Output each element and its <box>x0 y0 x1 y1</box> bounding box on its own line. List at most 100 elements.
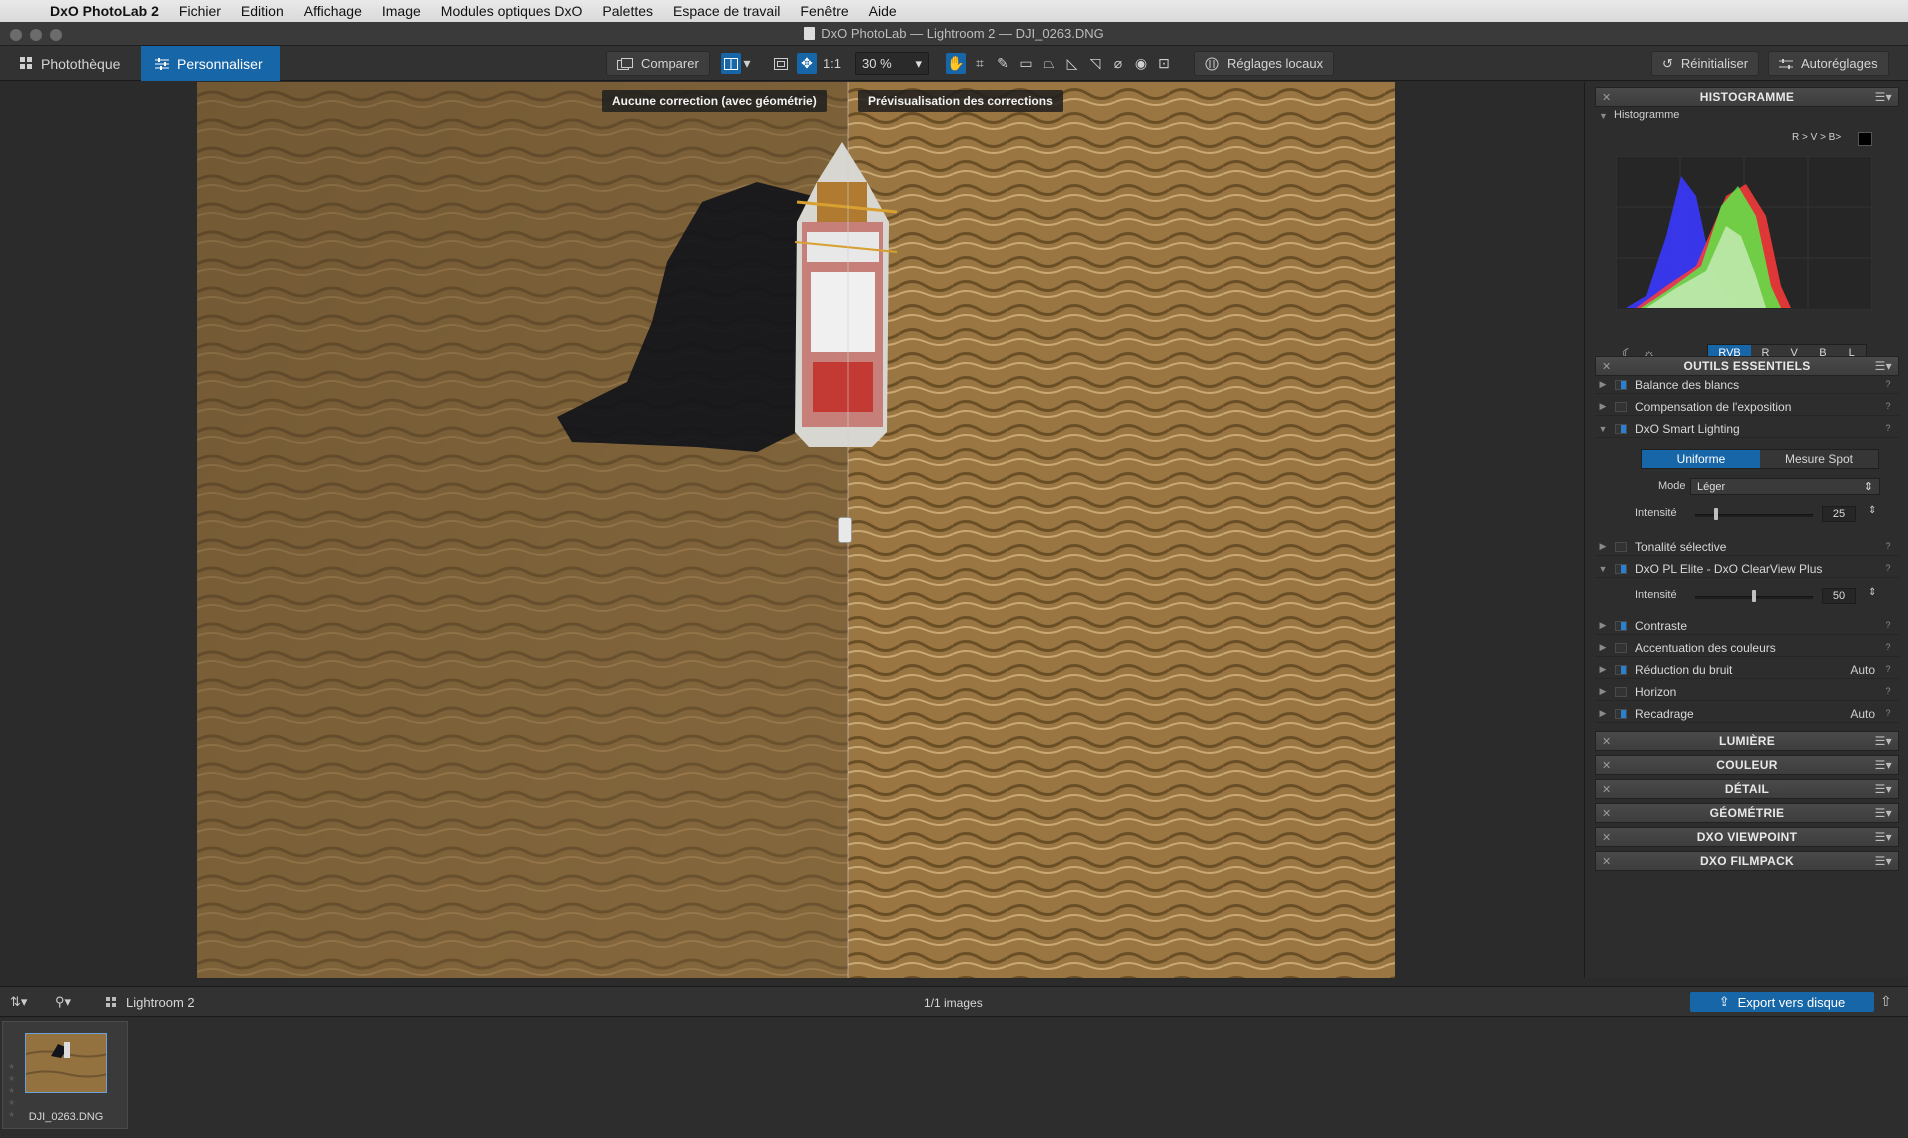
split-view-icon[interactable] <box>721 53 741 74</box>
compare-button[interactable]: Comparer <box>606 51 710 76</box>
menu-palettes[interactable]: Palettes <box>592 3 663 19</box>
photo-canvas[interactable]: Aucune correction (avec géométrie) Prévi… <box>197 82 1395 978</box>
volume-deformation-icon[interactable]: ◺ <box>1062 53 1082 74</box>
palette-menu-icon[interactable]: ☰▾ <box>1875 758 1892 772</box>
close-icon[interactable]: ✕ <box>1602 91 1612 104</box>
palette-menu-icon[interactable]: ☰▾ <box>1875 830 1892 844</box>
help-icon[interactable]: ? <box>1883 664 1893 676</box>
zoom-window-button[interactable] <box>50 29 62 41</box>
local-mask-icon[interactable]: ⊡ <box>1154 53 1174 74</box>
mode-spot-button[interactable]: Mesure Spot <box>1760 450 1878 468</box>
triangle-right-icon[interactable]: ▶ <box>1595 620 1611 631</box>
triangle-right-icon[interactable]: ▶ <box>1595 664 1611 675</box>
move-icon[interactable]: ✥ <box>797 53 817 74</box>
tool-toggle[interactable] <box>1615 401 1627 412</box>
essentials-palette-header[interactable]: ✕ OUTILS ESSENTIELS ☰▾ <box>1595 356 1899 376</box>
close-icon[interactable]: ✕ <box>1602 807 1612 820</box>
tool-toggle[interactable] <box>1615 686 1627 697</box>
export-to-disk-button[interactable]: ⇪ Export vers disque <box>1690 992 1874 1012</box>
close-icon[interactable]: ✕ <box>1602 783 1612 796</box>
help-icon[interactable]: ? <box>1883 686 1893 698</box>
close-icon[interactable]: ✕ <box>1602 855 1612 868</box>
menu-aide[interactable]: Aide <box>859 3 907 19</box>
star-icon[interactable]: ★ <box>8 1086 15 1095</box>
palette-menu-icon[interactable]: ☰▾ <box>1875 854 1892 868</box>
smart-lighting-intensity-value[interactable]: 25 <box>1822 506 1856 522</box>
histogram-palette-header[interactable]: ✕ HISTOGRAMME ☰▾ <box>1595 87 1899 107</box>
split-handle[interactable] <box>838 517 852 543</box>
auto-settings-button[interactable]: Autoréglages <box>1768 51 1889 76</box>
tool-toggle[interactable] <box>1615 620 1627 631</box>
stepper-icon[interactable]: ⇕ <box>1868 587 1876 598</box>
smart-lighting-intensity-slider[interactable] <box>1695 514 1813 517</box>
tool-row-contrast[interactable]: ▶ Contraste ? <box>1595 617 1899 635</box>
star-icon[interactable]: ★ <box>8 1062 15 1071</box>
filter-icon[interactable]: ⚲▾ <box>55 994 71 1010</box>
triangle-right-icon[interactable]: ▶ <box>1595 642 1611 653</box>
thumbnail-image[interactable] <box>25 1033 107 1093</box>
tab-personnaliser[interactable]: Personnaliser <box>141 46 280 81</box>
close-window-button[interactable] <box>10 29 22 41</box>
close-icon[interactable]: ✕ <box>1602 360 1612 373</box>
tool-toggle[interactable] <box>1615 379 1627 390</box>
palette-menu-icon[interactable]: ☰▾ <box>1875 782 1892 796</box>
repair-icon[interactable]: ⌀ <box>1108 53 1128 74</box>
tool-toggle[interactable] <box>1615 423 1627 434</box>
help-icon[interactable]: ? <box>1883 708 1893 720</box>
menu-fichier[interactable]: Fichier <box>169 3 231 19</box>
help-icon[interactable]: ? <box>1883 541 1893 553</box>
triangle-down-icon[interactable]: ▼ <box>1599 111 1608 121</box>
triangle-right-icon[interactable]: ▶ <box>1595 686 1611 697</box>
palette-dxo-viewpoint[interactable]: ✕ DXO VIEWPOINT ☰▾ <box>1595 827 1899 847</box>
triangle-right-icon[interactable]: ▶ <box>1595 708 1611 719</box>
zoom-select[interactable]: 30 % ▾ <box>855 52 929 75</box>
triangle-right-icon[interactable]: ▶ <box>1595 401 1611 412</box>
tool-row-noise-reduction[interactable]: ▶ Réduction du bruit Auto ? <box>1595 661 1899 679</box>
tab-phototheque[interactable]: Photothèque <box>6 46 134 81</box>
palette-menu-icon[interactable]: ☰▾ <box>1875 806 1892 820</box>
crop-icon[interactable]: ⌗ <box>970 53 990 74</box>
palette-lumiere[interactable]: ✕ LUMIÈRE ☰▾ <box>1595 731 1899 751</box>
help-icon[interactable]: ? <box>1883 379 1893 391</box>
palette-dxo-filmpack[interactable]: ✕ DXO FILMPACK ☰▾ <box>1595 851 1899 871</box>
palette-geometrie[interactable]: ✕ GÉOMÉTRIE ☰▾ <box>1595 803 1899 823</box>
mode-uniform-button[interactable]: Uniforme <box>1642 450 1760 468</box>
filmstrip-item[interactable]: ★ ★ ★ ★ ★ DJI_0263.DNG <box>2 1021 128 1129</box>
clearview-intensity-value[interactable]: 50 <box>1822 588 1856 604</box>
tool-row-selective-tone[interactable]: ▶ Tonalité sélective ? <box>1595 538 1899 556</box>
menu-espace-travail[interactable]: Espace de travail <box>663 3 790 19</box>
close-icon[interactable]: ✕ <box>1602 735 1612 748</box>
tool-toggle[interactable] <box>1615 642 1627 653</box>
help-icon[interactable]: ? <box>1883 423 1893 435</box>
palette-menu-icon[interactable]: ☰▾ <box>1875 90 1892 104</box>
perspective-icon[interactable]: ⏢ <box>1039 53 1059 74</box>
help-icon[interactable]: ? <box>1883 401 1893 413</box>
tool-toggle[interactable] <box>1615 563 1627 574</box>
palette-couleur[interactable]: ✕ COULEUR ☰▾ <box>1595 755 1899 775</box>
menu-image[interactable]: Image <box>372 3 431 19</box>
eyedropper-icon[interactable]: ✎ <box>993 53 1013 74</box>
triangle-right-icon[interactable]: ▶ <box>1595 379 1611 390</box>
tool-toggle[interactable] <box>1615 664 1627 675</box>
menu-modules-optiques[interactable]: Modules optiques DxO <box>431 3 593 19</box>
tool-row-horizon[interactable]: ▶ Horizon ? <box>1595 683 1899 701</box>
star-icon[interactable]: ★ <box>8 1074 15 1083</box>
star-icon[interactable]: ★ <box>8 1098 15 1107</box>
triangle-down-icon[interactable]: ▼ <box>1595 424 1611 434</box>
horizon-icon[interactable]: ▭ <box>1016 53 1036 74</box>
close-icon[interactable]: ✕ <box>1602 831 1612 844</box>
close-icon[interactable]: ✕ <box>1602 759 1612 772</box>
local-adjustments-button[interactable]: Réglages locaux <box>1194 51 1335 76</box>
tool-row-color-accentuation[interactable]: ▶ Accentuation des couleurs ? <box>1595 639 1899 657</box>
tool-toggle[interactable] <box>1615 708 1627 719</box>
help-icon[interactable]: ? <box>1883 620 1893 632</box>
menu-affichage[interactable]: Affichage <box>294 3 372 19</box>
shape-icon[interactable]: ◹ <box>1085 53 1105 74</box>
tool-row-exposure[interactable]: ▶ Compensation de l'exposition ? <box>1595 398 1899 416</box>
palette-detail[interactable]: ✕ DÉTAIL ☰▾ <box>1595 779 1899 799</box>
minimize-window-button[interactable] <box>30 29 42 41</box>
share-icon[interactable]: ⇧ <box>1880 993 1892 1010</box>
reset-button[interactable]: ↺ Réinitialiser <box>1651 51 1760 76</box>
stepper-icon[interactable]: ⇕ <box>1868 505 1876 516</box>
slider-thumb[interactable] <box>1752 590 1756 602</box>
